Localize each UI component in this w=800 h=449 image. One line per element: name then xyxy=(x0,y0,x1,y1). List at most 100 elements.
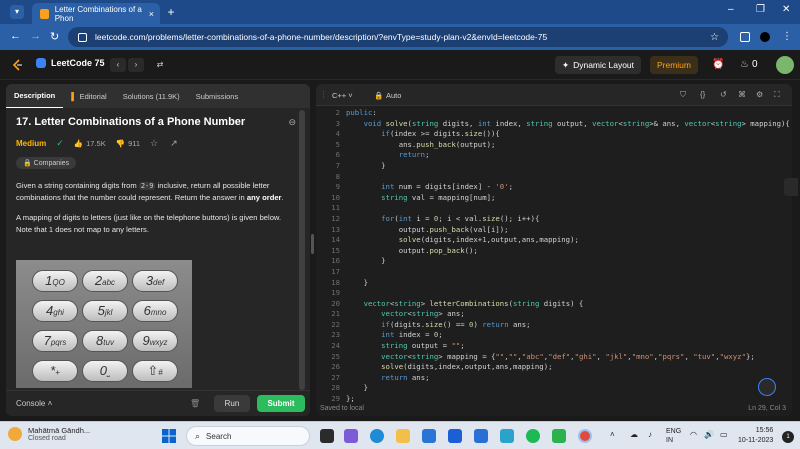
reset-icon[interactable]: ↺ xyxy=(720,90,727,99)
language-selector[interactable]: C++ ˅ xyxy=(332,91,353,100)
dropbox-icon[interactable] xyxy=(448,429,462,443)
code-line: string output = ""; xyxy=(381,341,465,351)
taskbar-search[interactable]: ⌕ Search xyxy=(186,426,310,446)
description-scrollbar[interactable] xyxy=(299,110,305,390)
weather-widget[interactable]: Mahātmā Gāndh... Closed road xyxy=(8,426,90,442)
code-line: int index = 0; xyxy=(381,330,443,340)
side-panel-icon[interactable] xyxy=(740,32,750,42)
chrome-icon[interactable] xyxy=(578,429,592,443)
windows-start-icon[interactable] xyxy=(162,429,176,443)
system-clock[interactable]: 15:56 10-11-2023 xyxy=(738,426,773,446)
minimize-icon[interactable]: – xyxy=(728,4,734,15)
browser-menu-icon[interactable]: ⋮ xyxy=(782,32,792,42)
file-explorer-icon[interactable] xyxy=(396,429,410,443)
code-area[interactable]: 2 3 4 5 6 7 8 9 10 11 12 13 14 15 16 17 18 19 20 21 22 23 24 25… xyxy=(316,108,792,403)
code-line: vector<string> ans; xyxy=(381,309,465,319)
restore-icon[interactable]: ❐ xyxy=(756,4,765,15)
side-notes-icon[interactable] xyxy=(784,178,798,196)
address-bar[interactable]: leetcode.com/problems/letter-combination… xyxy=(68,27,728,47)
task-view-icon[interactable] xyxy=(320,429,334,443)
back-arrow-icon[interactable]: ← xyxy=(10,30,21,42)
app-icon[interactable] xyxy=(500,429,514,443)
tab-description[interactable]: Description xyxy=(6,84,64,108)
notification-badge[interactable]: 1 xyxy=(782,431,794,443)
premium-button[interactable]: Premium xyxy=(650,56,698,74)
save-status: Saved to local xyxy=(320,405,364,412)
like-count: 17.5K xyxy=(86,139,106,148)
profile-icon[interactable] xyxy=(760,32,770,42)
tray-chevron-icon[interactable]: ˄ xyxy=(610,430,615,439)
code-line: solve(digits,index,output,ans,mapping); xyxy=(381,362,553,372)
bookmark-icon[interactable]: ⛉ xyxy=(680,90,686,100)
tray-cloud-icon[interactable]: ☁ xyxy=(630,430,638,439)
edge-icon[interactable] xyxy=(370,429,384,443)
browser-tab-strip: ▾ Letter Combinations of a Phon × + – ❐ … xyxy=(0,0,800,24)
code-line: return ans; xyxy=(381,372,430,382)
language-indicator[interactable]: ENG IN xyxy=(666,427,681,445)
lock-icon: 🔒 xyxy=(23,160,32,167)
close-window-icon[interactable]: ✕ xyxy=(782,4,790,15)
tab-close-icon[interactable]: × xyxy=(149,9,154,19)
reload-icon[interactable]: ↻ xyxy=(50,30,59,43)
alarm-clock-icon[interactable]: ⏰ xyxy=(712,59,724,70)
drag-handle-icon[interactable]: ⋮ xyxy=(320,90,328,99)
splitter-grip[interactable] xyxy=(311,234,314,254)
telephone-keypad-image: 1QO 2abc 3def 4ghi 5jkl 6mno 7pqrs 8tuv … xyxy=(16,260,192,388)
volume-icon[interactable]: 🔊 xyxy=(704,430,714,439)
shuffle-icon[interactable]: ⇄ xyxy=(152,58,168,72)
more-options-icon[interactable]: ⊖ xyxy=(288,117,296,128)
dynamic-layout-button[interactable]: ✦ Dynamic Layout xyxy=(555,56,641,74)
code-line: void solve(string digits, int index, str… xyxy=(363,118,790,128)
mail-icon[interactable] xyxy=(422,429,436,443)
wifi-icon[interactable]: ◠ xyxy=(690,430,697,439)
assistant-chat-icon[interactable] xyxy=(758,378,776,396)
share-icon[interactable]: ↗ xyxy=(170,138,178,149)
fullscreen-icon[interactable]: ⛶ xyxy=(774,90,780,100)
cursor-position: Ln 29, Col 3 xyxy=(748,405,786,412)
new-tab-button[interactable]: + xyxy=(164,5,178,19)
shortcut-icon[interactable]: ⌘ xyxy=(738,90,746,99)
run-button[interactable]: Run xyxy=(214,395,250,412)
code-line: for(int i = 0; i < val.size(); i++){ xyxy=(381,213,540,223)
like-icon[interactable]: 👍 xyxy=(74,139,83,148)
submit-button[interactable]: Submit xyxy=(257,395,305,412)
store-icon[interactable] xyxy=(474,429,488,443)
tab-editorial[interactable]: ▌ Editorial xyxy=(63,84,114,108)
next-problem-button[interactable]: › xyxy=(128,58,144,72)
bookmark-star-icon[interactable]: ☆ xyxy=(710,32,719,43)
prev-problem-button[interactable]: ‹ xyxy=(110,58,126,72)
code-line: int num = digits[index] - '0'; xyxy=(381,182,513,192)
windows-taskbar: Mahātmā Gāndh... Closed road ⌕ Search ˄ … xyxy=(0,421,800,449)
battery-icon[interactable]: ▭ xyxy=(720,430,728,439)
teams-icon[interactable] xyxy=(344,429,358,443)
streak-fire-icon[interactable]: ♨ xyxy=(740,59,749,70)
spotify-icon[interactable] xyxy=(526,429,540,443)
browser-tab[interactable]: Letter Combinations of a Phon × xyxy=(32,3,160,24)
site-info-icon[interactable] xyxy=(78,32,87,42)
user-avatar[interactable] xyxy=(776,56,794,74)
tray-speaker-icon[interactable]: ♪ xyxy=(648,430,652,439)
study-plan-title[interactable]: LeetCode 75 xyxy=(36,58,105,68)
line-numbers: 2 3 4 5 6 7 8 9 10 11 12 13 14 15 16 17 18 19 20 21 22 23 24 25… xyxy=(331,108,340,404)
tab-solutions[interactable]: Solutions (11.9K) xyxy=(115,84,188,108)
code-line: vector<string> mapping = {"","","abc","d… xyxy=(381,351,755,361)
companies-tag[interactable]: 🔒 Companies xyxy=(16,157,77,169)
search-icon: ⌕ xyxy=(195,430,201,441)
favorite-star-icon[interactable]: ☆ xyxy=(150,138,158,149)
forward-arrow-icon[interactable]: → xyxy=(30,30,41,42)
leetcode-logo-icon[interactable] xyxy=(12,59,24,71)
problem-footer: Console ˄ 🗑 Run Submit xyxy=(6,390,310,416)
settings-gear-icon[interactable]: ⚙ xyxy=(756,90,763,99)
code-line: output.pop_back(); xyxy=(346,245,478,255)
console-toggle[interactable]: Console ˄ xyxy=(16,399,52,408)
dislike-icon[interactable]: 👎 xyxy=(116,139,125,148)
reset-trash-icon[interactable]: 🗑 xyxy=(190,399,200,408)
tab-submissions[interactable]: Submissions xyxy=(188,84,247,108)
braces-icon[interactable]: {} xyxy=(700,90,705,99)
tab-search-icon[interactable]: ▾ xyxy=(10,5,24,19)
problem-tabs: Description ▌ Editorial Solutions (11.9K… xyxy=(6,84,310,108)
app-icon[interactable] xyxy=(552,429,566,443)
study-plan-icon xyxy=(36,58,46,68)
